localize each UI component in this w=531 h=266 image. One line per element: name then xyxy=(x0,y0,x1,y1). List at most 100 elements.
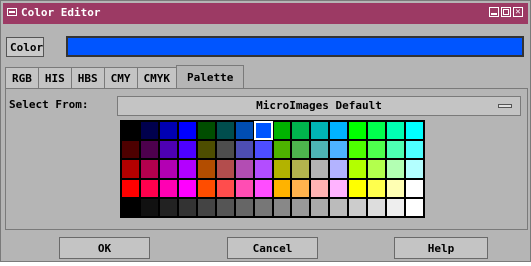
palette-swatch[interactable] xyxy=(196,121,216,141)
cancel-button[interactable]: Cancel xyxy=(227,237,318,259)
palette-swatch[interactable] xyxy=(234,178,254,198)
palette-swatch[interactable] xyxy=(234,140,254,160)
palette-swatch[interactable] xyxy=(405,197,424,217)
palette-swatch[interactable] xyxy=(215,140,235,160)
palette-swatch[interactable] xyxy=(177,121,197,141)
help-button[interactable]: Help xyxy=(394,237,488,259)
palette-swatch[interactable] xyxy=(310,140,330,160)
palette-swatch[interactable] xyxy=(367,197,387,217)
palette-swatch[interactable] xyxy=(348,140,368,160)
palette-swatch[interactable] xyxy=(386,178,406,198)
palette-swatch[interactable] xyxy=(139,178,159,198)
palette-swatch[interactable] xyxy=(291,178,311,198)
tab-palette[interactable]: Palette xyxy=(176,65,245,89)
palette-swatch[interactable] xyxy=(367,159,387,179)
palette-swatch[interactable] xyxy=(272,121,292,141)
palette-swatch[interactable] xyxy=(121,140,140,160)
palette-swatch[interactable] xyxy=(253,159,273,179)
palette-swatch[interactable] xyxy=(158,140,178,160)
minimize-icon[interactable] xyxy=(489,7,499,17)
palette-swatch[interactable] xyxy=(367,178,387,198)
palette-swatch[interactable] xyxy=(386,140,406,160)
palette-swatch[interactable] xyxy=(139,140,159,160)
palette-swatch[interactable] xyxy=(121,178,140,198)
palette-swatch[interactable] xyxy=(139,197,159,217)
palette-swatch[interactable] xyxy=(329,140,349,160)
window-title: Color Editor xyxy=(21,6,101,19)
palette-swatch[interactable] xyxy=(291,159,311,179)
palette-swatch[interactable] xyxy=(291,197,311,217)
palette-swatch[interactable] xyxy=(139,121,159,141)
palette-swatch[interactable] xyxy=(253,178,273,198)
palette-swatch[interactable] xyxy=(177,140,197,160)
palette-swatch[interactable] xyxy=(252,119,274,142)
tab-cmy[interactable]: CMY xyxy=(103,67,138,89)
palette-swatch[interactable] xyxy=(329,159,349,179)
palette-swatch[interactable] xyxy=(234,197,254,217)
palette-swatch[interactable] xyxy=(272,159,292,179)
palette-swatch[interactable] xyxy=(158,121,178,141)
palette-swatch[interactable] xyxy=(310,197,330,217)
palette-swatch[interactable] xyxy=(367,140,387,160)
tab-cmyk[interactable]: CMYK xyxy=(136,67,177,89)
tab-rgb[interactable]: RGB xyxy=(5,67,39,89)
palette-swatch[interactable] xyxy=(215,159,235,179)
palette-swatch[interactable] xyxy=(158,159,178,179)
palette-swatch[interactable] xyxy=(158,197,178,217)
palette-swatch[interactable] xyxy=(121,121,140,141)
palette-swatch[interactable] xyxy=(177,159,197,179)
select-from-label: Select From: xyxy=(9,98,89,111)
palette-swatch[interactable] xyxy=(405,140,424,160)
palette-swatch[interactable] xyxy=(272,140,292,160)
ok-button[interactable]: OK xyxy=(59,237,150,259)
window-menu-icon[interactable] xyxy=(7,8,17,16)
palette-swatch[interactable] xyxy=(367,121,387,141)
palette-swatch[interactable] xyxy=(234,159,254,179)
palette-swatch[interactable] xyxy=(139,159,159,179)
palette-swatch[interactable] xyxy=(177,178,197,198)
palette-swatch[interactable] xyxy=(348,159,368,179)
palette-swatch[interactable] xyxy=(253,140,273,160)
palette-swatch[interactable] xyxy=(196,159,216,179)
palette-swatch[interactable] xyxy=(405,159,424,179)
palette-swatch[interactable] xyxy=(348,121,368,141)
palette-swatch[interactable] xyxy=(272,178,292,198)
palette-swatch[interactable] xyxy=(329,121,349,141)
palette-swatch[interactable] xyxy=(310,121,330,141)
palette-grid xyxy=(120,119,425,218)
palette-swatch[interactable] xyxy=(196,140,216,160)
palette-swatch[interactable] xyxy=(310,178,330,198)
palette-swatch[interactable] xyxy=(291,121,311,141)
tab-hbs[interactable]: HBS xyxy=(70,67,105,89)
palette-swatch[interactable] xyxy=(215,121,235,141)
palette-swatch[interactable] xyxy=(329,197,349,217)
palette-swatch[interactable] xyxy=(386,159,406,179)
palette-swatch[interactable] xyxy=(158,178,178,198)
palette-swatch[interactable] xyxy=(405,178,424,198)
palette-swatch[interactable] xyxy=(215,197,235,217)
palette-swatch[interactable] xyxy=(291,140,311,160)
palette-swatch[interactable] xyxy=(348,197,368,217)
palette-select[interactable]: MicroImages Default xyxy=(117,96,521,116)
close-icon[interactable]: ✕ xyxy=(513,7,523,17)
palette-swatch[interactable] xyxy=(348,178,368,198)
palette-swatch[interactable] xyxy=(329,178,349,198)
palette-swatch[interactable] xyxy=(386,197,406,217)
palette-swatch[interactable] xyxy=(272,197,292,217)
palette-swatch[interactable] xyxy=(121,159,140,179)
title-bar[interactable]: Color Editor ✕ xyxy=(3,3,528,24)
palette-swatch[interactable] xyxy=(177,197,197,217)
palette-swatch[interactable] xyxy=(310,159,330,179)
palette-swatch[interactable] xyxy=(196,178,216,198)
tab-his[interactable]: HIS xyxy=(37,67,72,89)
current-color-swatch xyxy=(66,36,524,57)
palette-swatch[interactable] xyxy=(405,121,424,141)
palette-swatch[interactable] xyxy=(215,178,235,198)
palette-swatch[interactable] xyxy=(386,121,406,141)
maximize-icon[interactable] xyxy=(501,7,511,17)
palette-swatch[interactable] xyxy=(121,197,140,217)
palette-swatch[interactable] xyxy=(234,121,254,141)
palette-swatch[interactable] xyxy=(253,197,273,217)
color-row: Color xyxy=(4,35,527,61)
palette-swatch[interactable] xyxy=(196,197,216,217)
